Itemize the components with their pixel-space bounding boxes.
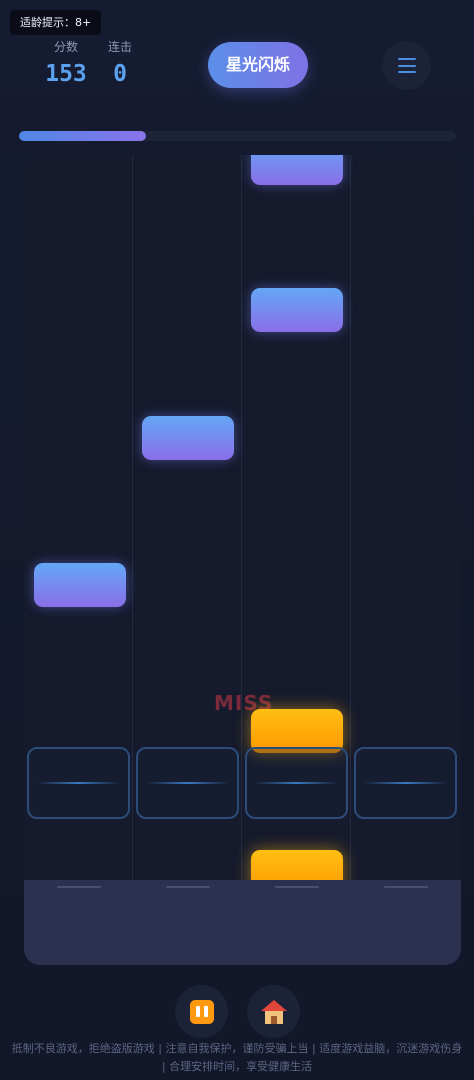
score-value: 153: [45, 61, 87, 87]
falling-note: [251, 288, 343, 332]
lane-divider: [241, 155, 242, 965]
key-indicator: [166, 886, 210, 888]
game-screen: 适龄提示：8+ 分数 153 连击 0 星光闪烁 MISS 抵制不良游戏，拒绝盗…: [0, 0, 474, 1080]
health-notice: 抵制不良游戏，拒绝盗版游戏 | 注意自我保护，谨防受骗上当 | 适度游戏益脑，沉…: [11, 1042, 463, 1073]
key-panel[interactable]: [24, 880, 461, 965]
home-button[interactable]: [247, 985, 300, 1038]
menu-button[interactable]: [382, 41, 431, 90]
lane-divider: [350, 155, 351, 965]
falling-note: [142, 416, 234, 460]
song-title[interactable]: 星光闪烁: [208, 42, 308, 88]
song-progress-fill: [19, 131, 146, 141]
note-field[interactable]: MISS: [24, 155, 461, 965]
key-indicator: [384, 886, 428, 888]
hamburger-menu-icon: [397, 58, 416, 73]
hit-zone-lane-4[interactable]: [354, 747, 457, 819]
score-label: 分数: [53, 40, 78, 54]
lane-divider: [132, 155, 133, 965]
combo-label: 连击: [107, 40, 132, 54]
pause-button[interactable]: [175, 985, 228, 1038]
falling-note: [34, 563, 126, 607]
song-progress-bar: [19, 131, 456, 141]
combo-value: 0: [113, 61, 127, 87]
home-icon: [260, 999, 287, 1024]
hit-zone-lane-3[interactable]: [245, 747, 348, 819]
hit-zone-lane-1[interactable]: [27, 747, 130, 819]
hit-zone-lane-2[interactable]: [136, 747, 239, 819]
key-indicator: [57, 886, 101, 888]
pause-icon: [189, 999, 214, 1024]
age-rating-badge: 适龄提示：8+: [10, 10, 102, 35]
falling-note: [251, 155, 343, 185]
combo-display: 连击 0: [100, 38, 140, 87]
key-indicator: [275, 886, 319, 888]
score-display: 分数 153: [40, 38, 92, 87]
